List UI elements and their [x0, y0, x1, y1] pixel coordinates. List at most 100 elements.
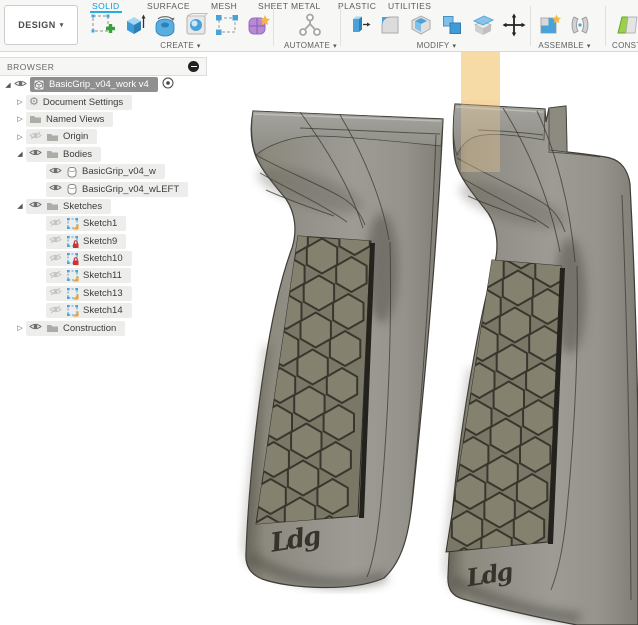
construct-plane-button[interactable] — [613, 11, 638, 39]
press-pull-icon — [353, 16, 371, 32]
selected-plane-highlight-overlay — [461, 100, 500, 172]
automate-icon — [299, 13, 322, 36]
expand-caret-icon[interactable] — [14, 324, 26, 332]
extrude-button[interactable] — [120, 11, 148, 39]
split-body-icon — [472, 15, 495, 35]
tree-row-sketch11[interactable]: Sketch11 — [0, 267, 207, 284]
tab-plastic[interactable]: PLASTIC — [338, 1, 376, 11]
tree-label: Sketch11 — [83, 270, 122, 282]
group-create: CREATE ▾ — [89, 11, 272, 50]
expand-caret-icon[interactable] — [14, 150, 26, 158]
activate-component-radio[interactable] — [162, 77, 174, 92]
browser-collapse-icon[interactable] — [188, 61, 199, 72]
toolbar-divider — [340, 6, 341, 46]
tree-row-bodies[interactable]: Bodies — [0, 146, 207, 163]
tab-surface[interactable]: SURFACE — [147, 1, 190, 11]
visibility-eye-off-icon[interactable] — [49, 305, 62, 317]
group-create-label[interactable]: CREATE — [160, 41, 194, 50]
tree-row-sketch10[interactable]: Sketch10 — [0, 250, 207, 267]
extrude-icon — [127, 14, 146, 34]
combine-button[interactable] — [438, 11, 466, 39]
tree-row-sketch14[interactable]: Sketch14 — [0, 302, 207, 319]
revolve-button[interactable] — [151, 11, 179, 39]
group-automate-label[interactable]: AUTOMATE — [284, 41, 330, 50]
tab-sheet-metal[interactable]: SHEET METAL — [258, 1, 321, 11]
chevron-down-icon: ▾ — [333, 42, 337, 50]
tree-label: BasicGrip_v04_wLEFT — [82, 183, 180, 195]
tree-row-body-left[interactable]: BasicGrip_v04_wLEFT — [0, 180, 207, 197]
tree-label: Sketch9 — [83, 235, 118, 247]
group-construct: CONST — [612, 11, 638, 50]
tree-row-sketches[interactable]: Sketches — [0, 198, 207, 215]
group-construct-label[interactable]: CONST — [612, 41, 638, 50]
visibility-eye-off-icon[interactable] — [49, 253, 62, 265]
visibility-eye-icon[interactable] — [29, 200, 42, 212]
hole-icon — [186, 13, 209, 35]
shell-button[interactable] — [407, 11, 435, 39]
toolbar-divider — [605, 6, 606, 46]
tree-row-root-component[interactable]: BasicGrip_v04_work v4 — [0, 76, 207, 93]
model-right-grip[interactable]: Ldg — [445, 103, 638, 625]
visibility-eye-icon[interactable] — [49, 166, 62, 178]
model-left-grip[interactable]: Ldg — [243, 110, 444, 589]
group-modify-label[interactable]: MODIFY — [417, 41, 450, 50]
component-cube-icon — [33, 79, 45, 91]
tree-label: Origin — [63, 131, 89, 143]
visibility-eye-off-icon[interactable] — [29, 131, 42, 143]
visibility-eye-off-icon[interactable] — [49, 235, 62, 247]
expand-caret-icon[interactable] — [2, 81, 14, 89]
folder-icon — [30, 116, 41, 124]
press-pull-button[interactable] — [345, 11, 373, 39]
move-copy-button[interactable] — [500, 11, 528, 39]
tab-mesh[interactable]: MESH — [211, 1, 237, 11]
form-button[interactable] — [244, 11, 272, 39]
group-assemble-label[interactable]: ASSEMBLE — [538, 41, 584, 50]
sketch-icon — [67, 270, 79, 282]
tab-utilities[interactable]: UTILITIES — [388, 1, 431, 11]
tree-row-construction[interactable]: Construction — [0, 319, 207, 336]
fillet-icon — [381, 16, 399, 34]
tree-row-sketch9[interactable]: Sketch9 — [0, 233, 207, 250]
expand-caret-icon[interactable] — [14, 133, 26, 141]
expand-caret-icon[interactable] — [14, 115, 26, 123]
construct-plane-icon — [617, 16, 638, 34]
joint-button[interactable] — [566, 11, 594, 39]
sketch-locked-icon — [67, 253, 79, 266]
new-component-icon — [540, 14, 561, 34]
visibility-eye-icon[interactable] — [29, 148, 42, 160]
tree-label: Construction — [63, 322, 117, 334]
tree-row-sketch1[interactable]: Sketch1 — [0, 215, 207, 232]
visibility-eye-off-icon[interactable] — [49, 218, 62, 230]
split-body-button[interactable] — [469, 11, 497, 39]
visibility-eye-icon[interactable] — [29, 322, 42, 334]
fillet-button[interactable] — [376, 11, 404, 39]
visibility-eye-off-icon[interactable] — [49, 270, 62, 282]
tree-label: BasicGrip_v04_w — [82, 166, 156, 178]
expand-caret-icon[interactable] — [14, 202, 26, 210]
tree-row-named-views[interactable]: Named Views — [0, 111, 207, 128]
tab-solid[interactable]: SOLID — [90, 1, 122, 13]
create-sketch-button[interactable] — [89, 11, 117, 39]
tree-row-sketch13[interactable]: Sketch13 — [0, 285, 207, 302]
new-component-button[interactable] — [535, 11, 563, 39]
visibility-eye-off-icon[interactable] — [49, 287, 62, 299]
browser-title: BROWSER — [7, 61, 55, 72]
design-workspace-dropdown[interactable]: DESIGN ▾ — [4, 5, 78, 45]
app-window: Ldg Ldg SOLID SURFACE MESH SHEET METAL P… — [0, 0, 638, 625]
tree-row-origin[interactable]: Origin — [0, 128, 207, 145]
tree-label: Sketches — [63, 200, 103, 212]
tree-row-body-right[interactable]: BasicGrip_v04_w — [0, 163, 207, 180]
visibility-eye-icon[interactable] — [14, 79, 27, 91]
hole-button[interactable] — [182, 11, 210, 39]
visibility-eye-icon[interactable] — [49, 183, 62, 195]
combine-icon — [443, 16, 461, 34]
root-component-pill[interactable]: BasicGrip_v04_work v4 — [30, 77, 158, 93]
root-component-label: BasicGrip_v04_work v4 — [49, 79, 149, 91]
pattern-button[interactable] — [213, 11, 241, 39]
create-sketch-icon — [91, 14, 115, 33]
sketch-icon — [67, 305, 79, 317]
sketch-icon — [67, 218, 79, 230]
expand-caret-icon[interactable] — [14, 98, 26, 106]
tree-row-document-settings[interactable]: Document Settings — [0, 93, 207, 110]
automate-button[interactable] — [296, 11, 324, 39]
